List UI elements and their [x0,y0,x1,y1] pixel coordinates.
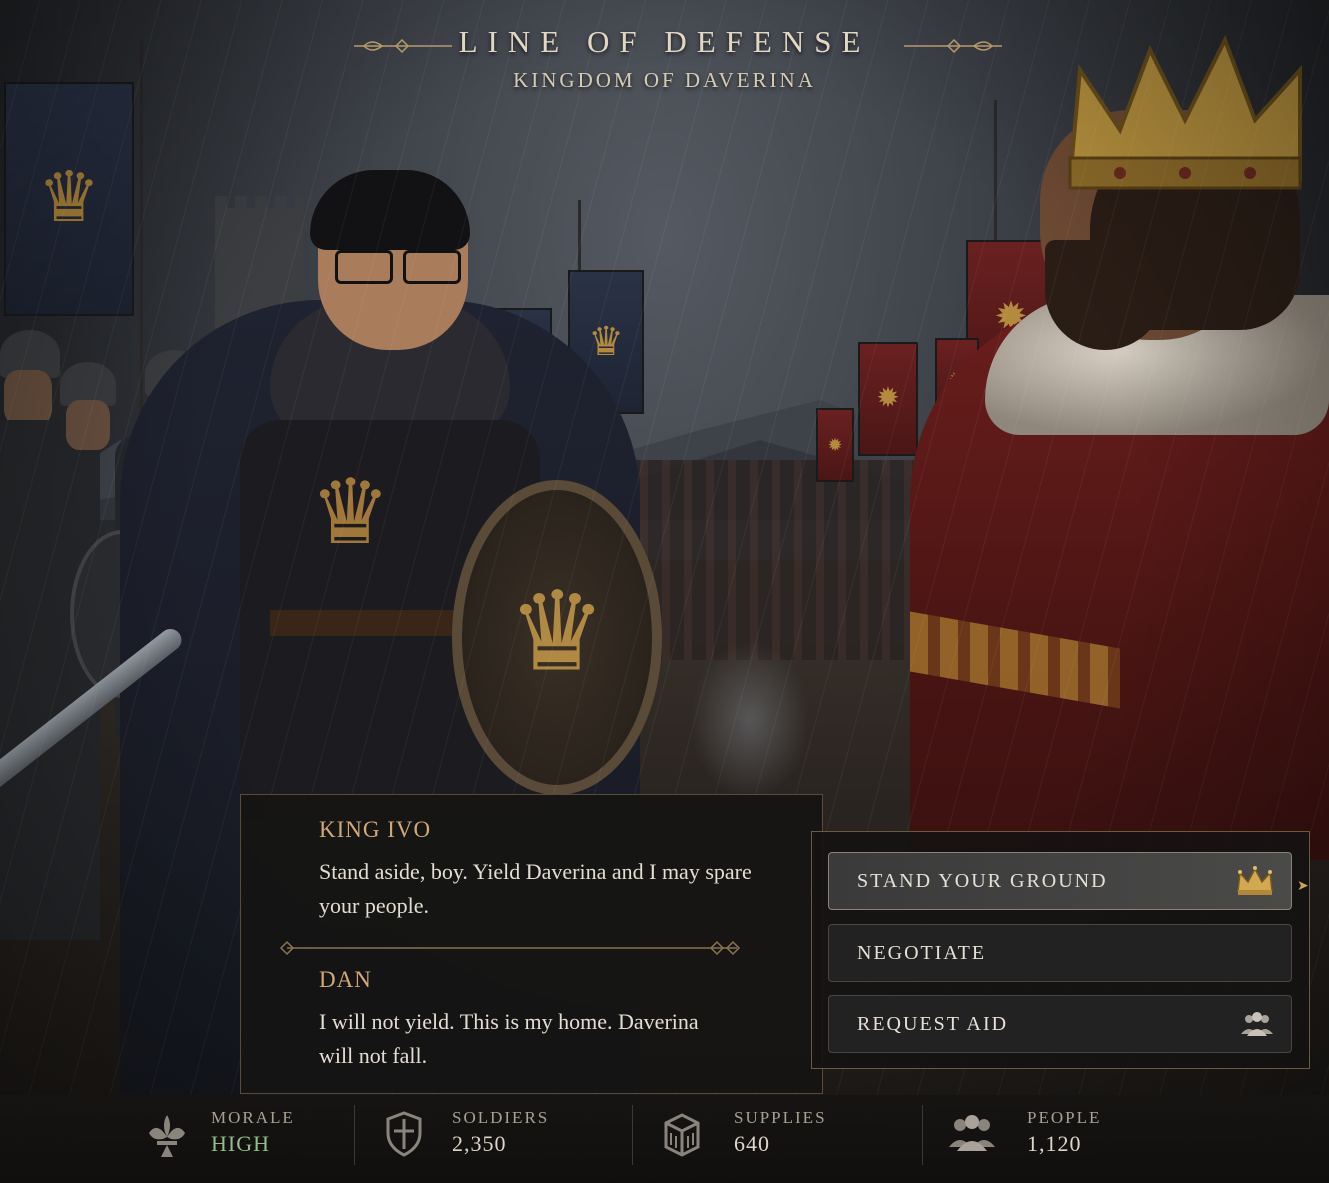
kingdom-subtitle: KINGDOM OF DAVERINA [513,68,816,92]
banner-sun-red: ✹ [816,408,854,482]
stat-soldiers: SOLDIERS 2,350 [384,1095,624,1183]
crate-icon [664,1113,700,1157]
stat-people: PEOPLE 1,120 [947,1095,1207,1183]
people-icon [1241,1012,1273,1036]
stat-label: SUPPLIES [734,1108,827,1127]
shield-icon [386,1111,422,1157]
stat-separator [632,1105,633,1165]
spear-pole [140,40,143,460]
stat-separator [354,1105,355,1165]
puddle [690,640,810,800]
choice-label: NEGOTIATE [857,941,987,964]
speaker-name: DAN [319,967,372,992]
hero-hair [310,170,470,250]
stat-label: PEOPLE [1027,1108,1102,1127]
stat-value: 1,120 [1027,1131,1082,1156]
speaker-name: KING IVO [319,817,432,842]
dialogue-text: Stand aside, boy. Yield Daverina and I m… [319,859,752,918]
glasses [335,250,463,284]
stat-morale: MORALE HIGH [145,1095,355,1183]
hero-shield: ♛ [452,480,662,795]
banner-eagle-blue: ♛ [4,82,134,316]
stats-bar: MORALE HIGH SOLDIERS 2,350 SUPPLIES 640 … [0,1095,1329,1183]
stat-separator [922,1105,923,1165]
choice-stand-your-ground[interactable]: STAND YOUR GROUND [828,852,1292,910]
stat-supplies: SUPPLIES 640 [660,1095,910,1183]
fleur-de-lis-icon [149,1115,185,1157]
dialogue-divider [279,940,741,956]
stat-value: HIGH [211,1131,270,1156]
stat-value: 2,350 [452,1131,507,1156]
people-icon [949,1115,995,1151]
stat-label: SOLDIERS [452,1108,550,1127]
stat-value: 640 [734,1131,770,1156]
header: LINE OF DEFENSE KINGDOM OF DAVERINA [0,24,1329,93]
crown-icon [1237,866,1273,895]
choice-request-aid[interactable]: REQUEST AID [828,995,1292,1053]
stat-label: MORALE [211,1108,295,1127]
game-title: LINE OF DEFENSE [458,24,871,59]
choices-panel: STAND YOUR GROUND ➤ NEGOTIATE REQUEST AI… [811,831,1310,1069]
selection-arrow-icon: ➤ [1297,879,1309,894]
dialogue-text: I will not yield. This is my home. Daver… [319,1009,699,1068]
dialogue-panel: KING IVO Stand aside, boy. Yield Daverin… [240,794,823,1094]
choice-label: STAND YOUR GROUND [857,869,1108,892]
banner-sun-red: ✹ [858,342,918,456]
choice-negotiate[interactable]: NEGOTIATE [828,924,1292,982]
choice-label: REQUEST AID [857,1012,1009,1035]
